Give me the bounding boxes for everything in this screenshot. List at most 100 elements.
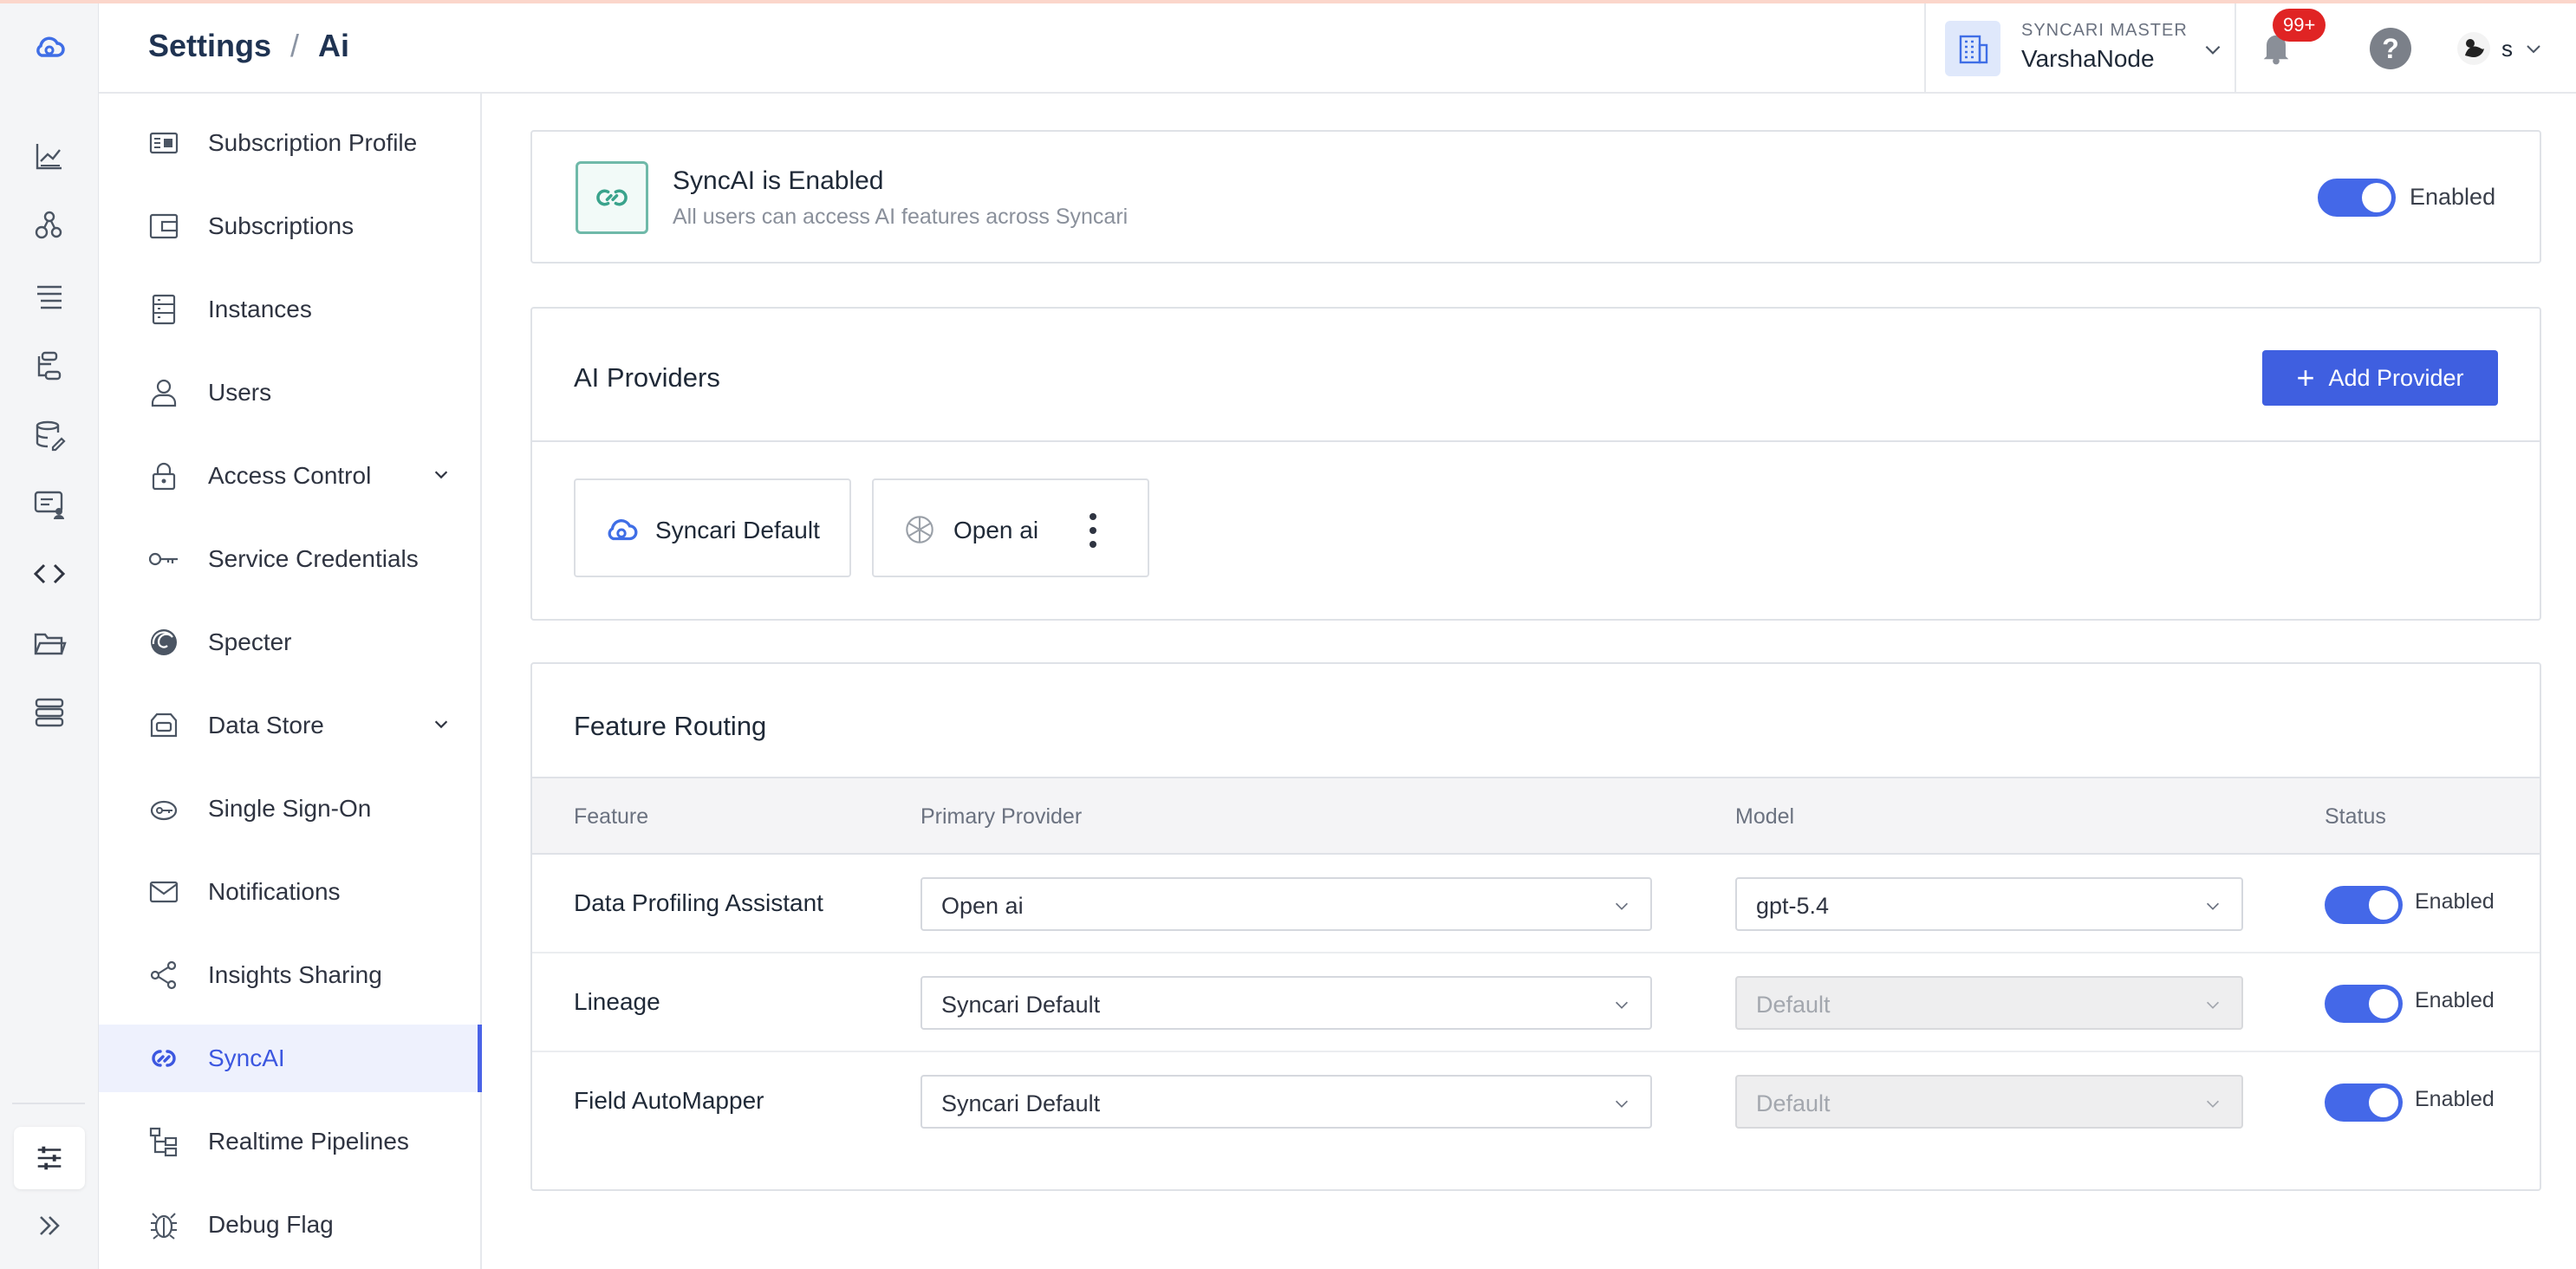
expand-icon[interactable] bbox=[27, 1203, 72, 1248]
sidebar-item-notifications[interactable]: Notifications bbox=[99, 858, 482, 926]
sidebar-item-specter[interactable]: Specter bbox=[99, 608, 482, 676]
primary-provider-value: Syncari Default bbox=[941, 1090, 1101, 1116]
code-icon[interactable] bbox=[27, 551, 72, 596]
model-select[interactable]: gpt-5.4 bbox=[1735, 877, 2243, 931]
syncai-logo-icon bbox=[576, 161, 648, 234]
ai-providers-header: AI Providers + Add Provider bbox=[532, 309, 2540, 442]
table-row: Lineage Syncari Default Default Enabled bbox=[532, 953, 2540, 1052]
app-rail bbox=[0, 3, 99, 1269]
status-toggle[interactable] bbox=[2325, 985, 2403, 1023]
share-icon bbox=[146, 957, 182, 993]
column-header-primary-provider: Primary Provider bbox=[920, 804, 1083, 829]
sidebar-item-subscription-profile[interactable]: Subscription Profile bbox=[99, 109, 482, 177]
syncai-status-subtitle: All users can access AI features across … bbox=[673, 205, 1129, 229]
ai-providers-title: AI Providers bbox=[574, 362, 720, 393]
model-value: Default bbox=[1756, 1090, 1831, 1116]
tree-icon bbox=[146, 1123, 182, 1160]
syncari-cloud-icon bbox=[608, 519, 638, 541]
cloud-logo-icon[interactable] bbox=[27, 24, 72, 69]
sidebar-item-label: Subscriptions bbox=[208, 212, 355, 239]
feature-name: Data Profiling Assistant bbox=[574, 889, 823, 916]
sidebar-item-label: Instances bbox=[208, 296, 312, 322]
model-value: gpt-5.4 bbox=[1756, 893, 1830, 919]
chevron-down-icon bbox=[1615, 1001, 1629, 1009]
syncai-status-title: SyncAI is Enabled bbox=[673, 166, 884, 195]
list-icon[interactable] bbox=[27, 274, 72, 319]
mail-icon bbox=[146, 874, 182, 910]
provider-name: Open ai bbox=[953, 517, 1039, 543]
primary-provider-value: Open ai bbox=[941, 893, 1024, 919]
sidebar-item-users[interactable]: Users bbox=[99, 359, 482, 426]
sidebar-item-single-sign-on[interactable]: Single Sign-On bbox=[99, 775, 482, 843]
sidebar-item-service-credentials[interactable]: Service Credentials bbox=[99, 525, 482, 593]
primary-provider-value: Syncari Default bbox=[941, 992, 1101, 1018]
sidebar-item-label: Subscription Profile bbox=[208, 129, 418, 156]
user-icon bbox=[146, 374, 182, 411]
user-menu[interactable]: s bbox=[2456, 31, 2544, 66]
primary-provider-select[interactable]: Syncari Default bbox=[920, 1075, 1652, 1129]
rail-divider bbox=[12, 1103, 85, 1104]
avatar bbox=[2457, 32, 2490, 65]
breadcrumb-root[interactable]: Settings bbox=[148, 28, 271, 64]
sidebar-item-insights-sharing[interactable]: Insights Sharing bbox=[99, 941, 482, 1009]
monitor-user-icon[interactable] bbox=[27, 482, 72, 527]
model-select: Default bbox=[1735, 1075, 2243, 1129]
column-header-status: Status bbox=[2325, 804, 2386, 829]
help-icon[interactable]: ? bbox=[2370, 28, 2411, 69]
feature-name: Field AutoMapper bbox=[574, 1087, 764, 1114]
feature-name: Lineage bbox=[574, 988, 660, 1015]
syncai-toggle[interactable] bbox=[2318, 179, 2396, 217]
sidebar-item-label: Notifications bbox=[208, 878, 341, 905]
model-value: Default bbox=[1756, 992, 1831, 1018]
chevron-down-icon[interactable] bbox=[432, 465, 451, 488]
provider-card-syncari-default[interactable]: Syncari Default bbox=[574, 478, 851, 577]
primary-provider-select[interactable]: Open ai bbox=[920, 877, 1652, 931]
chevron-down-icon[interactable] bbox=[2202, 38, 2224, 65]
profile-card-icon bbox=[146, 125, 182, 161]
sidebar-item-instances[interactable]: Instances bbox=[99, 276, 482, 343]
chevron-down-icon[interactable] bbox=[2523, 38, 2544, 59]
provider-name: Syncari Default bbox=[655, 517, 820, 543]
stack-icon[interactable] bbox=[27, 690, 72, 735]
sidebar-item-label: Single Sign-On bbox=[208, 795, 372, 822]
sidebar-item-subscriptions[interactable]: Subscriptions bbox=[99, 192, 482, 260]
breadcrumb-separator: / bbox=[290, 28, 300, 63]
sidebar-item-data-store[interactable]: Data Store bbox=[99, 692, 482, 759]
primary-provider-select[interactable]: Syncari Default bbox=[920, 976, 1652, 1030]
sidebar-item-realtime-pipelines[interactable]: Realtime Pipelines bbox=[99, 1108, 482, 1175]
settings-sliders-icon[interactable] bbox=[14, 1127, 85, 1189]
column-header-model: Model bbox=[1735, 804, 1795, 829]
bug-icon bbox=[146, 1207, 182, 1243]
chevron-down-icon[interactable] bbox=[432, 714, 451, 738]
chevron-down-icon bbox=[2206, 902, 2220, 910]
graph-icon[interactable] bbox=[27, 203, 72, 248]
kebab-menu-icon[interactable] bbox=[1089, 511, 1097, 550]
model-select: Default bbox=[1735, 976, 2243, 1030]
provider-card-open-ai[interactable]: Open ai bbox=[872, 478, 1149, 577]
notification-badge: 99+ bbox=[2273, 9, 2326, 42]
folder-icon[interactable] bbox=[27, 621, 72, 666]
sidebar-item-debug-flag[interactable]: Debug Flag bbox=[99, 1191, 482, 1259]
sidebar-item-label: Insights Sharing bbox=[208, 961, 382, 988]
status-toggle[interactable] bbox=[2325, 886, 2403, 924]
sidebar-item-label: Data Store bbox=[208, 712, 324, 739]
status-label: Enabled bbox=[2415, 988, 2495, 1012]
org-label: SYNCARI MASTER bbox=[2021, 21, 2188, 40]
chevron-down-icon bbox=[1615, 902, 1629, 910]
database-edit-icon[interactable] bbox=[27, 413, 72, 458]
building-icon bbox=[1945, 21, 2000, 76]
analytics-icon[interactable] bbox=[27, 133, 72, 179]
feature-routing-title: Feature Routing bbox=[574, 711, 767, 741]
sidebar-item-label: Service Credentials bbox=[208, 545, 419, 572]
sidebar-item-syncai[interactable]: SyncAI bbox=[99, 1025, 482, 1092]
status-toggle[interactable] bbox=[2325, 1084, 2403, 1122]
sidebar-item-access-control[interactable]: Access Control bbox=[99, 442, 482, 510]
column-header-feature: Feature bbox=[574, 804, 649, 829]
syncai-status-card: SyncAI is Enabled All users can access A… bbox=[530, 130, 2541, 264]
sidebar-item-label: Debug Flag bbox=[208, 1211, 334, 1238]
pipeline-icon[interactable] bbox=[27, 343, 72, 388]
sidebar-item-label: Realtime Pipelines bbox=[208, 1128, 409, 1155]
add-provider-button[interactable]: + Add Provider bbox=[2262, 350, 2498, 406]
routing-table-header: Feature Primary Provider Model Status bbox=[532, 777, 2540, 855]
org-switcher[interactable]: SYNCARI MASTER VarshaNode bbox=[1924, 3, 2236, 92]
